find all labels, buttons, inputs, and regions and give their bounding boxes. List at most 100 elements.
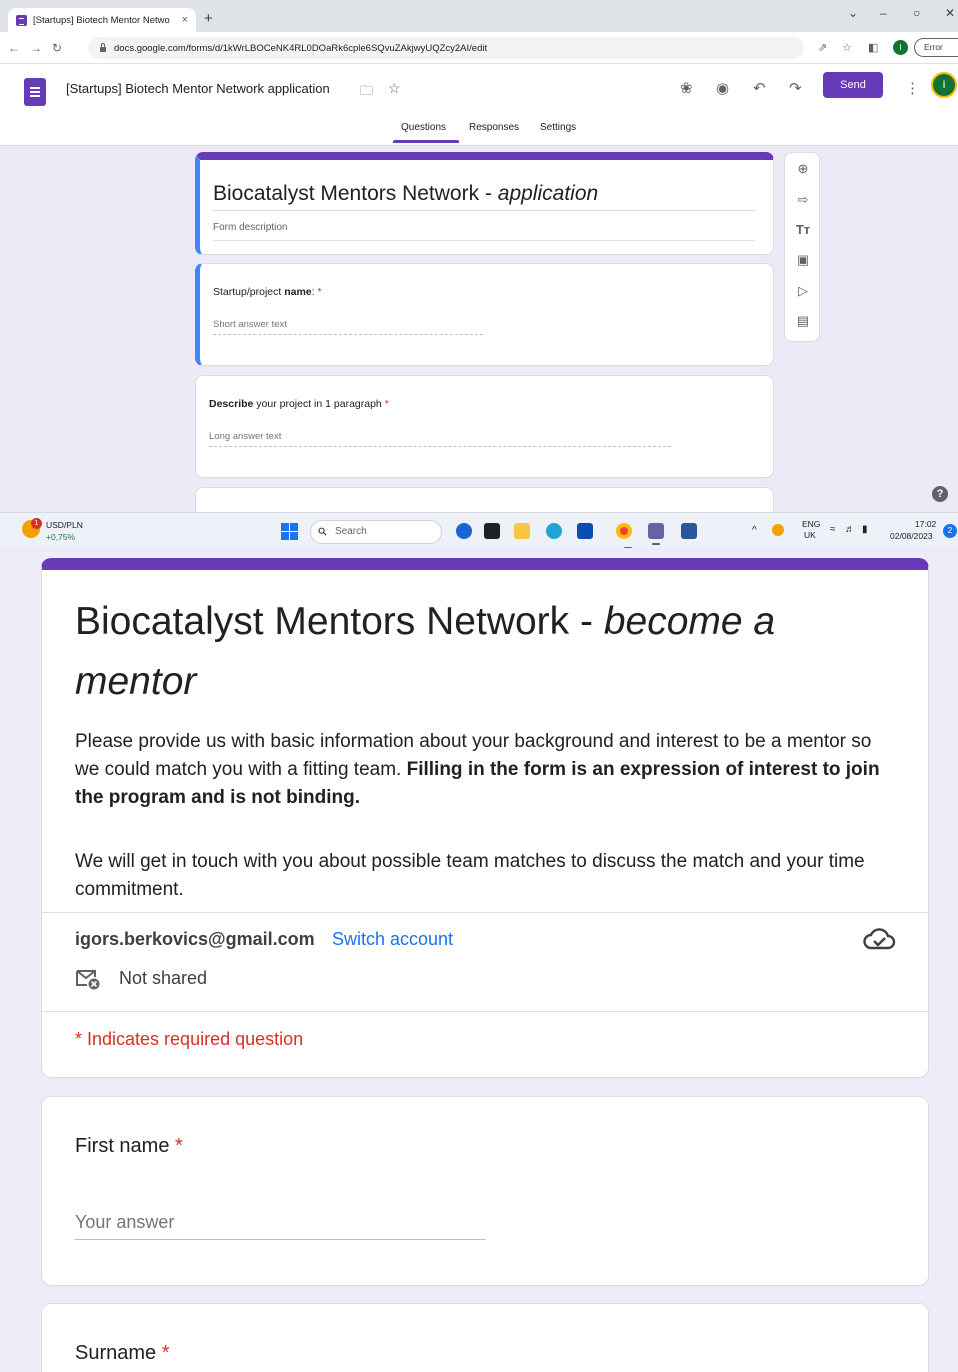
lock-icon (100, 42, 106, 52)
add-video-icon[interactable]: ▷ (785, 283, 821, 299)
back-arrow-icon[interactable]: ← (8, 41, 20, 55)
palette-icon[interactable]: ❀ (680, 79, 693, 97)
short-answer-hint: Short answer text (213, 319, 287, 330)
reload-icon[interactable]: ↻ (52, 41, 62, 55)
side-panel-icon[interactable]: ◧ (868, 41, 878, 54)
ticker-change: +0,75% (46, 532, 76, 542)
form-description-field[interactable]: Form description (213, 222, 287, 233)
editor-screenshot: [Startups] Biotech Mentor Netwo × + ⌄ – … (0, 0, 958, 548)
form-description-second: We will get in touch with you about poss… (75, 851, 865, 900)
url-field[interactable]: docs.google.com/forms/d/1kWrLBOCeNK4RL0D… (88, 37, 804, 59)
browser-tab-title: [Startups] Biotech Mentor Netwo (33, 14, 170, 26)
language-bottom[interactable]: UK (804, 530, 816, 540)
form-title-field[interactable]: Biocatalyst Mentors Network - applicatio… (213, 182, 598, 206)
windows-start-icon[interactable] (281, 523, 299, 541)
file-explorer-icon[interactable] (514, 523, 530, 539)
respondent-screenshot: Biocatalyst Mentors Network - become a m… (0, 548, 958, 1372)
forms-logo-icon[interactable] (24, 78, 46, 106)
not-shared-label: Not shared (119, 968, 208, 988)
add-title-icon[interactable]: Tᴛ (785, 222, 821, 237)
bookmark-star-icon[interactable]: ☆ (842, 41, 852, 54)
divider (42, 912, 928, 913)
question-card-surname: Surname * (41, 1303, 929, 1372)
forms-app-header: [Startups] Biotech Mentor Network applic… (0, 64, 958, 146)
undo-icon[interactable]: ↶ (753, 79, 766, 97)
question-card[interactable]: Startup/project name: * Short answer tex… (195, 263, 774, 366)
account-email: igors.berkovics@gmail.com (75, 929, 315, 949)
redo-icon[interactable]: ↷ (789, 79, 802, 97)
question-title: Surname * (75, 1342, 170, 1364)
currency-widget-icon[interactable]: 1 (22, 518, 42, 538)
windows-taskbar: 1 USD/PLN +0,75% Search ^ ENG UK ≈ ♬ ▮ 1… (0, 512, 958, 548)
preview-eye-icon[interactable]: ◉ (716, 79, 729, 97)
notification-badge[interactable]: 2 (943, 524, 957, 538)
minimize-icon[interactable]: – (880, 6, 887, 20)
chrome-icon[interactable] (616, 523, 632, 548)
folder-icon[interactable]: 🗀 (360, 82, 373, 104)
account-avatar[interactable]: I (931, 72, 957, 98)
not-shared-mail-icon (76, 970, 100, 990)
error-badge[interactable]: Error (914, 38, 958, 57)
star-icon[interactable]: ☆ (388, 80, 401, 97)
volume-icon[interactable]: ♬ (845, 524, 855, 535)
tab-responses[interactable]: Responses (469, 122, 519, 133)
tab-settings[interactable]: Settings (540, 122, 576, 133)
browser-address-bar: ← → ↻ docs.google.com/forms/d/1kWrLBOCeN… (0, 32, 958, 64)
answer-dashed-line (209, 446, 671, 447)
help-icon[interactable]: ? (932, 486, 948, 502)
browser-tab-strip: [Startups] Biotech Mentor Netwo × + ⌄ – … (0, 0, 958, 32)
new-tab-button[interactable]: + (204, 10, 213, 27)
add-question-icon[interactable]: ⊕ (785, 161, 821, 177)
clock-date[interactable]: 02/08/2023 (890, 531, 933, 541)
battery-icon[interactable]: ▮ (862, 524, 868, 535)
first-name-input[interactable]: Your answer (75, 1212, 174, 1233)
forms-favicon-icon (16, 14, 27, 26)
import-questions-icon[interactable]: ⇨ (785, 192, 821, 208)
question-card-first-name: First name * Your answer (41, 1096, 929, 1286)
title-underline (213, 210, 755, 211)
share-icon[interactable]: ⇗ (818, 41, 827, 54)
description-underline (213, 240, 755, 241)
tray-chevron-icon[interactable]: ^ (752, 525, 757, 536)
wifi-icon[interactable]: ≈ (830, 524, 836, 535)
tray-app-icon[interactable] (772, 524, 784, 536)
add-image-icon[interactable]: ▣ (785, 252, 821, 268)
required-note: * Indicates required question (75, 1029, 304, 1049)
switch-account-link[interactable]: Switch account (332, 929, 453, 950)
store-icon[interactable] (577, 523, 593, 539)
word-icon[interactable] (681, 523, 697, 539)
bing-icon[interactable] (456, 523, 472, 539)
tab-questions[interactable]: Questions (401, 122, 446, 133)
teams-icon[interactable] (648, 523, 664, 545)
divider (42, 1011, 928, 1012)
task-view-icon[interactable] (484, 523, 500, 539)
send-button[interactable]: Send (823, 72, 883, 98)
add-section-icon[interactable]: ▤ (785, 313, 821, 329)
profile-avatar[interactable]: I (893, 40, 908, 55)
floating-toolbar: ⊕ ⇨ Tᴛ ▣ ▷ ▤ (784, 152, 820, 342)
maximize-icon[interactable]: ○ (913, 6, 920, 20)
answer-dashed-line (213, 334, 483, 335)
edge-icon[interactable] (546, 523, 562, 539)
taskbar-search[interactable]: Search (310, 520, 442, 544)
tab-search-chevron-icon[interactable]: ⌄ (848, 6, 858, 20)
form-title: Biocatalyst Mentors Network - become a m… (75, 600, 776, 703)
window-close-icon[interactable]: ✕ (945, 6, 955, 20)
question-title[interactable]: Startup/project name: * (213, 286, 322, 298)
form-header-card: Biocatalyst Mentors Network - become a m… (41, 558, 929, 1078)
question-title[interactable]: Describe your project in 1 paragraph * (209, 398, 389, 410)
question-title: First name * (75, 1135, 183, 1157)
clock-time[interactable]: 17:02 (915, 519, 936, 529)
form-title-card[interactable]: Biocatalyst Mentors Network - applicatio… (195, 152, 774, 255)
form-description: Please provide us with basic information… (75, 731, 880, 808)
more-menu-icon[interactable]: ⋮ (905, 79, 920, 97)
language-top[interactable]: ENG (802, 519, 820, 529)
question-card[interactable] (195, 487, 774, 512)
document-title[interactable]: [Startups] Biotech Mentor Network applic… (66, 81, 330, 96)
question-card[interactable]: Describe your project in 1 paragraph * L… (195, 375, 774, 478)
close-tab-icon[interactable]: × (182, 14, 188, 26)
cloud-saved-icon (863, 928, 896, 950)
ticker-name: USD/PLN (46, 520, 83, 530)
forward-arrow-icon[interactable]: → (30, 41, 42, 55)
browser-tab[interactable]: [Startups] Biotech Mentor Netwo × (8, 8, 196, 32)
